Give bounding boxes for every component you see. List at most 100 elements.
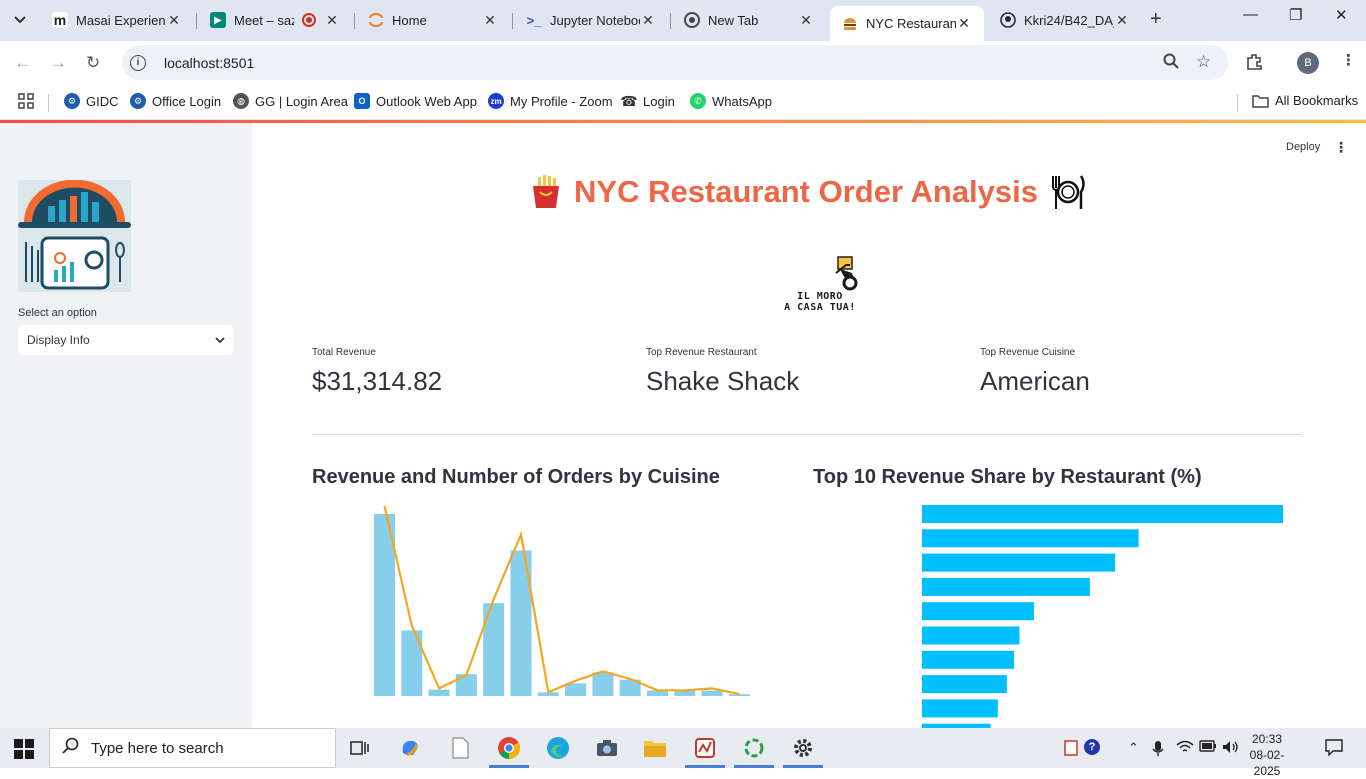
zoom-icon[interactable] <box>1163 53 1179 73</box>
wifi-icon[interactable] <box>1176 740 1194 757</box>
tab-title: Masai Experience <box>76 12 166 28</box>
tab-title: Meet – saz- <box>234 12 294 28</box>
file-icon[interactable] <box>447 735 473 761</box>
logo-text-line2: A CASA TUA! <box>784 302 856 313</box>
close-icon[interactable]: ✕ <box>640 12 656 29</box>
bookmark-gg-login[interactable]: ◍ GG | Login Area <box>233 93 348 109</box>
extensions-icon[interactable] <box>1245 52 1263 74</box>
tray-app-icon[interactable] <box>1064 740 1078 759</box>
option-select[interactable]: Display Info <box>18 325 234 355</box>
outlook-icon: O <box>354 93 370 109</box>
system-clock[interactable]: 20:33 08-02-2025 <box>1242 731 1292 779</box>
deploy-button[interactable]: Deploy <box>1286 141 1320 153</box>
tab-search-button[interactable] <box>8 8 32 32</box>
back-button[interactable]: ← <box>14 53 31 73</box>
bookmark-label: My Profile - Zoom <box>510 93 613 109</box>
notification-icon[interactable] <box>1325 738 1343 759</box>
close-icon[interactable]: ✕ <box>798 12 814 29</box>
clock-date: 08-02-2025 <box>1249 748 1285 778</box>
omnibox[interactable]: i localhost:8501 <box>122 45 1228 80</box>
minimize-icon: — <box>1243 6 1258 23</box>
bookmark-star-icon[interactable]: ☆ <box>1196 52 1211 72</box>
main-menu-icon[interactable]: ⋮ <box>1334 139 1348 156</box>
task-view-icon[interactable] <box>347 735 373 761</box>
tab-masai[interactable]: m Masai Experience ✕ <box>40 5 194 35</box>
chart-bar <box>922 577 1090 596</box>
chevron-up-icon[interactable]: ⌃ <box>1128 740 1139 756</box>
tab-home[interactable]: Home ✕ <box>356 5 510 35</box>
bookmark-label: Office Login <box>152 93 222 109</box>
help-icon[interactable]: ? <box>1084 738 1100 755</box>
tab-github[interactable]: Kkri24/B42_DA_C ✕ <box>988 5 1142 35</box>
chrome-icon <box>684 12 700 28</box>
tab-jupyter-notebook[interactable]: >_ Jupyter Notebook ✕ <box>514 5 668 35</box>
tab-title: Jupyter Notebook <box>550 12 640 28</box>
windows-taskbar: Type here to search ? ⌃ 20:33 08-02-2025 <box>0 728 1366 778</box>
metric-top-restaurant: Top Revenue Restaurant Shake Shack <box>646 347 799 397</box>
start-button[interactable] <box>14 739 34 764</box>
folder-icon <box>1252 94 1269 108</box>
tab-new-tab[interactable]: New Tab ✕ <box>672 5 826 35</box>
bookmark-login[interactable]: ☎ Login <box>620 93 675 109</box>
camera-icon[interactable] <box>594 735 620 761</box>
tab-title: New Tab <box>708 12 759 28</box>
url-text[interactable]: localhost:8501 <box>164 55 254 71</box>
chevron-down-icon <box>215 336 225 343</box>
chart-bar <box>592 672 614 696</box>
battery-icon[interactable] <box>1199 740 1217 755</box>
chart-bar <box>922 505 1283 523</box>
zoom-icon: zm <box>488 93 504 109</box>
bookmark-label: GIDC <box>86 93 119 109</box>
forward-button[interactable]: → <box>50 53 67 73</box>
cuisine-combo-chart <box>374 505 750 696</box>
chrome-taskbar-icon[interactable] <box>496 735 522 761</box>
settings-icon[interactable] <box>790 735 816 761</box>
close-icon[interactable]: ✕ <box>166 12 182 29</box>
all-bookmarks[interactable]: All Bookmarks <box>1252 93 1358 108</box>
sidebar: Select an option Display Info <box>0 123 252 728</box>
close-icon[interactable]: ✕ <box>324 12 340 29</box>
bookmark-zoom[interactable]: zm My Profile - Zoom <box>488 93 613 109</box>
info-icon[interactable]: i <box>130 54 146 71</box>
select-value: Display Info <box>27 333 90 347</box>
app-icon-red[interactable] <box>692 735 718 761</box>
revenue-share-bar-chart <box>922 505 1283 728</box>
copilot-icon[interactable] <box>397 735 423 761</box>
close-window-button[interactable]: ✕ <box>1335 6 1348 24</box>
bookmark-whatsapp[interactable]: ✆ WhatsApp <box>690 93 772 109</box>
close-icon[interactable]: ✕ <box>1114 12 1130 29</box>
restaurant-logo: IL MORO A CASA TUA! <box>770 251 870 321</box>
profile-avatar[interactable]: B <box>1297 52 1319 74</box>
reload-button[interactable]: ↻ <box>86 53 100 73</box>
close-icon[interactable]: ✕ <box>956 15 972 32</box>
page-title: NYC Restaurant Order Analysis <box>528 171 1085 213</box>
jupyter-icon <box>368 12 384 28</box>
select-label: Select an option <box>18 307 97 319</box>
google-meet-icon: ▶ <box>210 12 226 28</box>
volume-icon[interactable] <box>1222 740 1240 757</box>
apps-grid-icon[interactable] <box>18 93 34 109</box>
bookmark-gidc[interactable]: ⚙ GIDC <box>64 93 119 109</box>
tab-nyc-restaurant[interactable]: NYC Restaurant ✕ <box>830 6 984 41</box>
app-icon-green[interactable] <box>741 735 767 761</box>
taskbar-search[interactable]: Type here to search <box>49 728 336 768</box>
browser-menu-icon[interactable]: ⋮ <box>1341 51 1356 69</box>
tab-meet[interactable]: ▶ Meet – saz- ✕ <box>198 5 352 35</box>
folder-taskbar-icon[interactable] <box>642 735 668 761</box>
bookmark-label: GG | Login Area <box>255 93 348 109</box>
chart-bar <box>701 690 723 696</box>
bookmark-outlook[interactable]: O Outlook Web App <box>354 93 477 109</box>
edge-icon[interactable] <box>545 735 571 761</box>
chart-title-cuisine: Revenue and Number of Orders by Cuisine <box>312 466 720 488</box>
bookmark-office-login[interactable]: ⚙ Office Login <box>130 93 221 109</box>
microphone-icon[interactable] <box>1152 740 1164 760</box>
new-tab-button[interactable]: + <box>1150 8 1162 31</box>
recording-icon <box>302 13 316 27</box>
close-icon[interactable]: ✕ <box>482 12 498 29</box>
restore-icon: ❐ <box>1289 7 1303 24</box>
minimize-button[interactable]: — <box>1243 6 1258 23</box>
restore-button[interactable]: ❐ <box>1289 6 1302 24</box>
all-bookmarks-label: All Bookmarks <box>1275 93 1359 108</box>
metric-value: Shake Shack <box>646 366 800 396</box>
fries-icon <box>528 174 564 210</box>
